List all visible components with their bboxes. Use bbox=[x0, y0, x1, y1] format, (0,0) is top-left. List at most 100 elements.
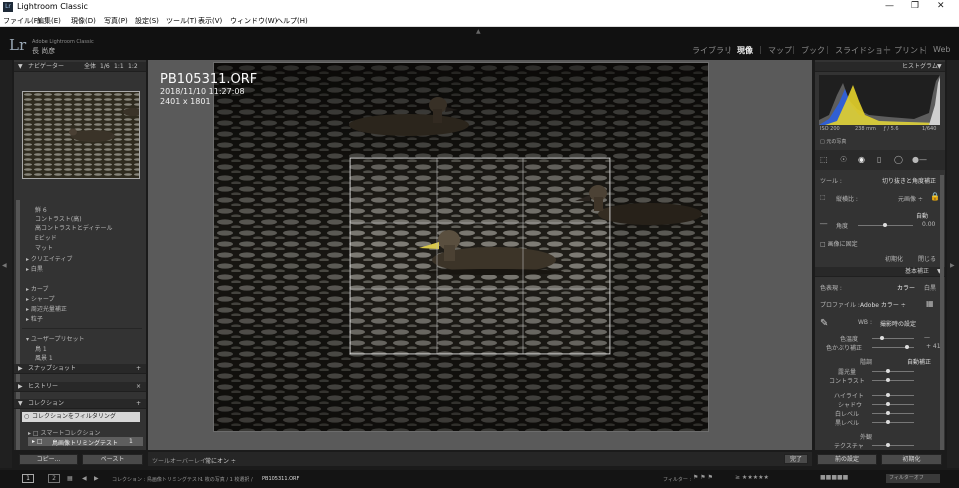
zoom-fit[interactable]: 全体 bbox=[84, 62, 96, 72]
module-library[interactable]: ライブラリ bbox=[692, 45, 732, 56]
profile-browser-icon[interactable]: ▦ bbox=[926, 299, 934, 308]
collapse-right-icon[interactable]: ▶ bbox=[950, 262, 955, 269]
tone-auto-button[interactable]: 自動補正 bbox=[907, 357, 931, 366]
preset-group[interactable]: ▸ 粒子 bbox=[26, 314, 43, 323]
done-button[interactable]: 完了 bbox=[784, 454, 808, 464]
aspect-select[interactable]: 元画像 ÷ bbox=[898, 194, 923, 203]
redeye-icon[interactable]: ◉ bbox=[858, 155, 865, 164]
menu-photo[interactable]: 写真(P) bbox=[104, 16, 128, 26]
zoom-fill[interactable]: 1/6 bbox=[100, 62, 110, 72]
navigator-preview[interactable] bbox=[22, 91, 140, 179]
color-label-filter[interactable]: ■■■■■ bbox=[820, 474, 848, 481]
module-web[interactable]: Web bbox=[933, 45, 950, 54]
user-preset-item[interactable]: 鳥 1 bbox=[35, 344, 47, 353]
star-rating-filter[interactable]: ≥ ★★★★★ bbox=[735, 474, 769, 481]
straighten-tool-icon[interactable]: ── bbox=[820, 221, 827, 228]
contrast-slider-knob[interactable] bbox=[886, 378, 890, 382]
highlights-slider-knob[interactable] bbox=[886, 393, 890, 397]
filmstrip-path[interactable]: コレクション : 鳥画像トリミングテスト bbox=[112, 476, 202, 483]
blacks-slider-track[interactable] bbox=[872, 422, 914, 423]
preset-item[interactable]: 高コントラストとディテール bbox=[35, 223, 112, 232]
whites-slider-track[interactable] bbox=[872, 413, 914, 414]
menu-settings[interactable]: 設定(S) bbox=[135, 16, 159, 26]
navigator-header[interactable]: ▼ ナビゲーター 全体 1/6 1:1 1:2 bbox=[14, 62, 146, 72]
filter-preset-select[interactable]: フィルターオフ bbox=[886, 474, 940, 483]
history-header[interactable]: ▶ ヒストリー × bbox=[14, 382, 146, 392]
texture-slider-knob[interactable] bbox=[886, 443, 890, 447]
wb-select[interactable]: 撮影時の設定 bbox=[880, 319, 916, 328]
add-snapshot-icon[interactable]: + bbox=[136, 364, 141, 374]
blacks-slider-knob[interactable] bbox=[886, 420, 890, 424]
module-slideshow[interactable]: スライドショー bbox=[835, 45, 891, 56]
menu-develop[interactable]: 現像(D) bbox=[71, 16, 96, 26]
user-preset-item[interactable]: 風景 1 bbox=[35, 353, 53, 362]
histogram-graph[interactable] bbox=[819, 75, 940, 125]
collapse-left-icon[interactable]: ◀ bbox=[2, 262, 7, 269]
tint-slider-knob[interactable] bbox=[905, 345, 909, 349]
clear-history-icon[interactable]: × bbox=[136, 382, 141, 392]
forward-arrow-icon[interactable]: ▶ bbox=[94, 475, 99, 482]
profile-select[interactable]: Adobe カラー ÷ bbox=[860, 300, 906, 309]
maximize-icon[interactable]: ❐ bbox=[911, 1, 919, 11]
graduated-filter-icon[interactable]: ▯ bbox=[877, 155, 881, 164]
collections-header[interactable]: ▼ コレクション + bbox=[14, 399, 146, 409]
treatment-color[interactable]: カラー bbox=[897, 283, 915, 292]
basic-header[interactable]: 基本補正 ▼ bbox=[815, 267, 945, 277]
photo-canvas[interactable] bbox=[213, 62, 709, 432]
radial-filter-icon[interactable]: ◯ bbox=[894, 155, 903, 164]
minimize-icon[interactable]: — bbox=[885, 1, 894, 11]
module-map[interactable]: マップ bbox=[768, 45, 792, 56]
tool-overlay-select[interactable]: 常にオン ÷ bbox=[205, 456, 236, 465]
menu-edit[interactable]: 編集(E) bbox=[37, 16, 61, 26]
add-collection-icon[interactable]: + bbox=[136, 399, 141, 409]
collapse-top-icon[interactable]: ▲ bbox=[476, 28, 481, 35]
left-panel-scrollbar[interactable] bbox=[16, 200, 20, 450]
original-photo-checkbox[interactable]: □ 元の写真 bbox=[820, 138, 846, 145]
menu-tools[interactable]: ツール(T) bbox=[166, 16, 197, 26]
crop-tool-icon[interactable]: ⬚ bbox=[820, 155, 828, 164]
preset-group[interactable]: ▸ カーブ bbox=[26, 284, 49, 293]
temp-value[interactable]: — bbox=[924, 334, 930, 341]
collection-filter-input[interactable]: ○ コレクションをフィルタリング bbox=[22, 412, 140, 422]
snapshot-header[interactable]: ▶ スナップショット + bbox=[14, 364, 146, 374]
menu-window[interactable]: ウィンドウ(W) bbox=[230, 16, 277, 26]
histogram-header[interactable]: ヒストグラム ▼ bbox=[815, 62, 945, 72]
preset-item[interactable]: 鮮 6 bbox=[35, 205, 47, 214]
module-book[interactable]: ブック bbox=[801, 45, 825, 56]
crop-frame-icon[interactable]: ⬚ bbox=[820, 194, 826, 201]
temp-slider-track[interactable] bbox=[872, 338, 914, 339]
eyedropper-icon[interactable]: ✎ bbox=[820, 318, 828, 329]
preset-item[interactable]: マット bbox=[35, 243, 53, 252]
menu-view[interactable]: 表示(V) bbox=[198, 16, 222, 26]
filmstrip-file[interactable]: PB105311.ORF bbox=[262, 476, 299, 482]
angle-value[interactable]: 0.00 bbox=[922, 221, 935, 228]
paste-button[interactable]: ペースト bbox=[82, 454, 143, 465]
preset-group[interactable]: ▸ クリエイティブ bbox=[26, 254, 72, 263]
zoom-1-2[interactable]: 1:2 bbox=[128, 62, 138, 72]
module-print[interactable]: プリント bbox=[894, 45, 926, 56]
crop-close-button[interactable]: 閉じる bbox=[918, 254, 936, 263]
back-arrow-icon[interactable]: ◀ bbox=[82, 475, 87, 482]
module-develop[interactable]: 現像 bbox=[737, 45, 753, 56]
user-presets-group[interactable]: ▾ ユーザープリセット bbox=[26, 334, 84, 343]
menu-file[interactable]: ファイル(F) bbox=[3, 16, 41, 26]
preset-item[interactable]: コントラスト(高) bbox=[35, 214, 82, 223]
reset-button[interactable]: 初期化 bbox=[881, 454, 942, 465]
previous-settings-button[interactable]: 前の設定 bbox=[817, 454, 877, 465]
copy-button[interactable]: コピー... bbox=[19, 454, 78, 465]
preset-group[interactable]: ▸ 周辺光量補正 bbox=[26, 304, 67, 313]
highlights-slider-track[interactable] bbox=[872, 395, 914, 396]
grid-icon[interactable]: ▦ bbox=[67, 475, 73, 482]
spot-removal-icon[interactable]: ☉ bbox=[840, 155, 847, 164]
zoom-1-1[interactable]: 1:1 bbox=[114, 62, 124, 72]
temp-slider-knob[interactable] bbox=[880, 336, 884, 340]
tint-value[interactable]: + 41 bbox=[926, 343, 941, 350]
right-panel-scrollbar[interactable] bbox=[940, 175, 944, 450]
treatment-bw[interactable]: 白黒 bbox=[924, 283, 936, 292]
shadows-slider-knob[interactable] bbox=[886, 402, 890, 406]
crop-reset-button[interactable]: 初期化 bbox=[885, 254, 903, 263]
exposure-slider-track[interactable] bbox=[872, 371, 914, 372]
preset-group[interactable]: ▸ シャープ bbox=[26, 294, 55, 303]
smart-collection-item[interactable]: ▸ □ スマートコレクション bbox=[28, 428, 100, 437]
angle-slider-knob[interactable] bbox=[883, 223, 887, 227]
